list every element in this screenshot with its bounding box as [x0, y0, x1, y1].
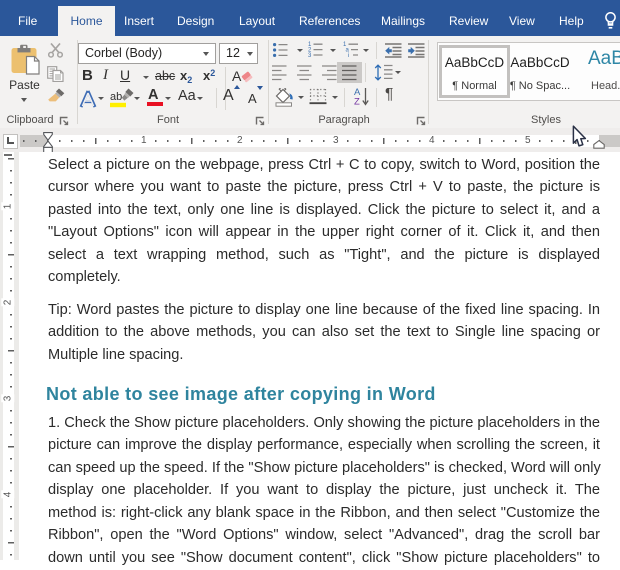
svg-text:Z: Z: [354, 97, 360, 107]
svg-text:i: i: [348, 53, 349, 57]
svg-text:3: 3: [308, 53, 312, 57]
svg-text:ab: ab: [110, 91, 122, 103]
svg-text:A: A: [232, 68, 242, 84]
